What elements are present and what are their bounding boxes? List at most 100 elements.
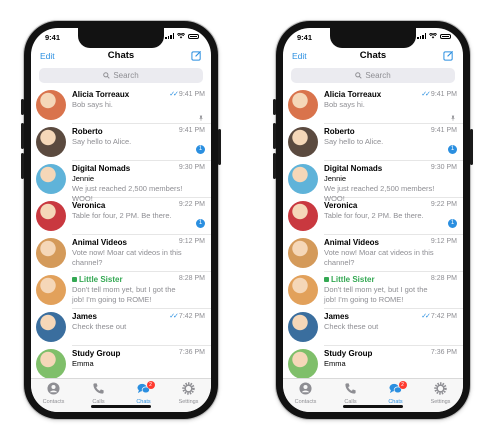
chat-body: Veronica Table for four, 2 PM. Be there. 9… — [72, 198, 211, 235]
page-title: Chats — [107, 50, 135, 61]
chat-row[interactable]: Veronica Table for four, 2 PM. Be there. 9… — [31, 198, 211, 235]
phone-screen: 9:41 Edit Chats Search Alicia Torreaux Bo… — [31, 28, 211, 412]
chat-time: 9:30 PM — [178, 164, 205, 171]
tab-settings[interactable]: Settings — [421, 382, 461, 412]
search-icon — [103, 72, 110, 79]
gear-icon — [434, 382, 447, 399]
avatar — [288, 201, 318, 231]
side-button — [273, 99, 276, 115]
chat-name-text: Veronica — [324, 201, 358, 210]
tab-badge: 2 — [146, 381, 155, 389]
avatar — [288, 312, 318, 342]
chat-row[interactable]: Little Sister Don't tell mom yet, but I g… — [31, 272, 211, 309]
chat-body: James Check these out ✓✓ 7:42 PM — [324, 309, 463, 346]
avatar — [288, 164, 318, 194]
chat-meta: 8:28 PM — [431, 275, 457, 282]
chat-meta: 8:28 PM — [179, 275, 205, 282]
chat-name-text: Animal Videos — [72, 238, 127, 247]
search-icon — [355, 72, 362, 79]
chat-body: Animal Videos Vote now! Moar cat videos i… — [324, 235, 463, 272]
chat-time: 9:22 PM — [430, 201, 457, 208]
chat-meta: ✓✓ 9:41 PM — [421, 90, 457, 99]
chat-time: 7:42 PM — [430, 312, 457, 320]
chat-row[interactable]: Digital Nomads Jennie We just reached 2,50… — [31, 161, 211, 203]
chat-row[interactable]: James Check these out ✓✓ 7:42 PM — [31, 309, 211, 346]
chat-body: Alicia Torreaux Bob says hi. ✓✓ 9:41 PM — [324, 87, 463, 124]
navigation-bar: Edit Chats — [31, 48, 211, 66]
chat-row[interactable]: James Check these out ✓✓ 7:42 PM — [283, 309, 463, 346]
chat-row[interactable]: Animal Videos Vote now! Moar cat videos i… — [283, 235, 463, 272]
chat-message-preview: Vote now! Moar cat videos in this channe… — [72, 248, 182, 267]
chat-body: Veronica Table for four, 2 PM. Be there. 9… — [324, 198, 463, 235]
chat-row[interactable]: Alicia Torreaux Bob says hi. ✓✓ 9:41 PM — [31, 87, 211, 124]
tab-label: Contacts — [294, 399, 317, 405]
chat-time: 9:22 PM — [178, 201, 205, 208]
search-bar[interactable]: Search — [39, 68, 203, 83]
search-bar[interactable]: Search — [291, 68, 455, 83]
phone-icon — [344, 382, 357, 399]
read-checkmarks-icon: ✓✓ — [169, 313, 179, 320]
unread-badge: 1 — [196, 219, 205, 228]
chat-row[interactable]: Animal Videos Vote now! Moar cat videos i… — [31, 235, 211, 272]
chat-row[interactable]: Roberto Say hello to Alice. 9:41 PM 1 — [283, 124, 463, 161]
chat-row[interactable]: Little Sister Don't tell mom yet, but I g… — [283, 272, 463, 309]
tab-contacts[interactable]: Contacts — [286, 382, 326, 412]
chat-meta: ✓✓ 9:41 PM — [169, 90, 205, 99]
signal-icon — [417, 33, 426, 39]
chat-time: 8:28 PM — [178, 275, 205, 282]
chat-message-preview: Bob says hi. — [72, 100, 113, 109]
chat-row[interactable]: Digital Nomads Jennie We just reached 2,50… — [283, 161, 463, 203]
chat-row[interactable]: Roberto Say hello to Alice. 9:41 PM 1 — [31, 124, 211, 161]
chat-sender: Jennie — [72, 174, 95, 183]
chat-time: 9:41 PM — [430, 127, 457, 134]
avatar — [36, 201, 66, 231]
chat-meta: 9:41 PM — [431, 127, 457, 134]
chat-time: 9:12 PM — [430, 238, 457, 245]
chat-time: 9:41 PM — [178, 90, 205, 98]
pin-icon — [450, 108, 456, 121]
chat-body: Alicia Torreaux Bob says hi. ✓✓ 9:41 PM — [72, 87, 211, 124]
chat-message-preview: Table for four, 2 PM. Be there. — [324, 211, 424, 220]
chat-name-text: Study Group — [72, 349, 121, 358]
chat-name-text: Roberto — [72, 127, 103, 136]
read-checkmarks-icon: ✓✓ — [421, 313, 431, 320]
chat-message-preview: Check these out — [324, 322, 379, 331]
chat-name-text: Study Group — [324, 349, 373, 358]
avatar — [36, 275, 66, 305]
chat-message-preview: Vote now! Moar cat videos in this channe… — [324, 248, 434, 267]
home-indicator — [91, 405, 151, 408]
chat-row[interactable]: Veronica Table for four, 2 PM. Be there. 9… — [283, 198, 463, 235]
chat-name-text: Little Sister — [331, 275, 375, 284]
tab-settings[interactable]: Settings — [169, 382, 209, 412]
chat-name-text: Roberto — [324, 127, 355, 136]
pin-icon — [198, 108, 204, 121]
side-button — [218, 129, 221, 165]
compose-icon[interactable] — [191, 50, 202, 61]
chat-body: James Check these out ✓✓ 7:42 PM — [72, 309, 211, 346]
avatar — [288, 90, 318, 120]
avatar — [36, 312, 66, 342]
chat-name-text: Alicia Torreaux — [72, 90, 130, 99]
notch — [330, 28, 416, 48]
chat-time: 7:36 PM — [178, 349, 205, 356]
avatar — [36, 127, 66, 157]
chat-body: Roberto Say hello to Alice. 9:41 PM 1 — [324, 124, 463, 161]
status-time: 9:41 — [45, 33, 61, 42]
tab-contacts[interactable]: Contacts — [34, 382, 74, 412]
tab-label: Settings — [178, 399, 199, 405]
navigation-bar: Edit Chats — [283, 48, 463, 66]
unread-badge: 1 — [448, 219, 457, 228]
chat-message-preview: Say hello to Alice. — [72, 137, 132, 146]
compose-icon[interactable] — [443, 50, 454, 61]
avatar — [36, 238, 66, 268]
chat-time: 9:41 PM — [178, 127, 205, 134]
chat-message-preview: Table for four, 2 PM. Be there. — [72, 211, 172, 220]
person-icon — [299, 382, 312, 399]
lock-icon — [72, 277, 77, 282]
chat-time: 9:30 PM — [430, 164, 457, 171]
chat-body: Little Sister Don't tell mom yet, but I g… — [72, 272, 211, 309]
chat-row[interactable]: Alicia Torreaux Bob says hi. ✓✓ 9:41 PM — [283, 87, 463, 124]
chat-meta: 9:41 PM — [179, 127, 205, 134]
chat-time: 8:28 PM — [430, 275, 457, 282]
avatar — [288, 349, 318, 379]
